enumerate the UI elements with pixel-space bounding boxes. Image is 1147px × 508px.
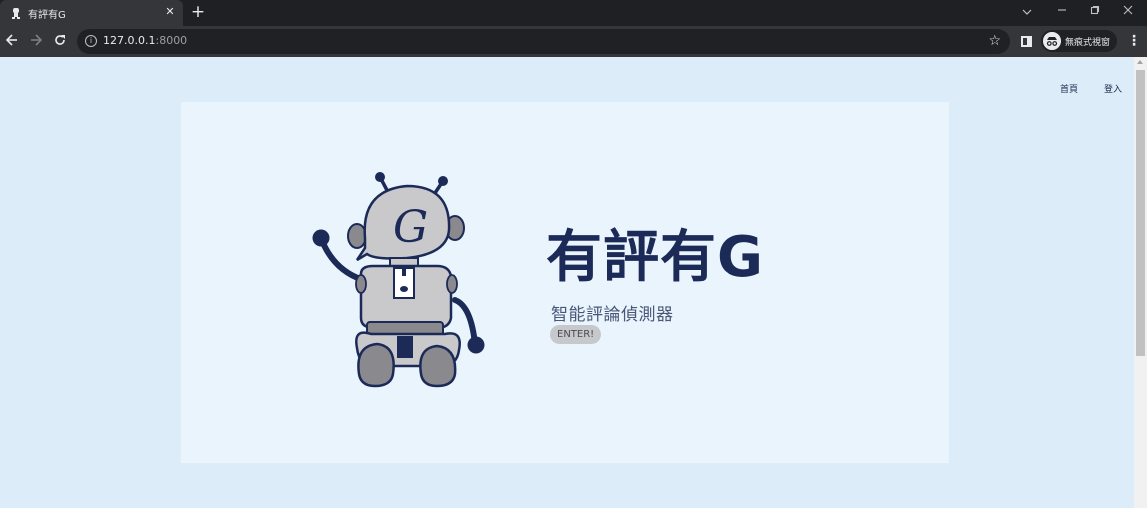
close-tab-icon[interactable]: ✕ xyxy=(163,4,177,20)
nav-login-link[interactable]: 登入 xyxy=(1104,82,1122,95)
restore-icon[interactable] xyxy=(1084,3,1106,21)
robot-mascot-illustration: G xyxy=(312,172,485,388)
incognito-label: 無痕式視窗 xyxy=(1065,38,1111,48)
url-text: 127.0.0.1:8000 xyxy=(103,34,188,47)
nav-home-link[interactable]: 首頁 xyxy=(1060,82,1078,95)
top-navigation: 首頁 登入 xyxy=(1060,82,1122,95)
reload-icon[interactable] xyxy=(52,33,68,49)
address-bar[interactable]: i 127.0.0.1:8000 ☆ xyxy=(77,29,1010,54)
hero-title: 有評有G xyxy=(546,225,764,290)
forward-arrow-icon[interactable] xyxy=(28,33,44,49)
side-panel-icon[interactable] xyxy=(1021,36,1032,47)
robot-g-letter: G xyxy=(393,202,428,253)
incognito-indicator[interactable]: 無痕式視窗 xyxy=(1041,30,1117,52)
tab-search-icon[interactable] xyxy=(1016,3,1038,21)
hero-subtitle: 智能評論偵測器 xyxy=(551,305,674,325)
incognito-icon xyxy=(1043,32,1061,50)
robot-favicon-icon xyxy=(12,8,20,19)
minimize-icon[interactable] xyxy=(1051,3,1073,21)
info-icon[interactable]: i xyxy=(85,35,97,47)
hero-panel: G 有評有G 智能評論偵測器 ENTER! xyxy=(181,102,949,463)
page-scrollbar[interactable] xyxy=(1134,57,1147,508)
browser-tab-strip: 有評有G ✕ + xyxy=(0,0,1147,26)
scrollbar-thumb[interactable] xyxy=(1136,70,1145,356)
window-close-icon[interactable] xyxy=(1117,3,1139,21)
browser-toolbar: i 127.0.0.1:8000 ☆ 無痕式視窗 ⋮ xyxy=(0,26,1147,57)
new-tab-button[interactable]: + xyxy=(190,3,206,21)
more-menu-icon[interactable]: ⋮ xyxy=(1127,33,1141,49)
browser-tab[interactable]: 有評有G ✕ xyxy=(0,0,183,26)
page-viewport: 首頁 登入 G 有評有G 智能評論偵測器 ENTER! xyxy=(0,57,1134,508)
enter-button[interactable]: ENTER! xyxy=(550,325,602,344)
tab-title: 有評有G xyxy=(28,10,66,21)
scroll-up-icon[interactable] xyxy=(1137,60,1143,64)
star-icon[interactable]: ☆ xyxy=(988,32,1001,50)
back-arrow-icon[interactable] xyxy=(4,33,20,49)
